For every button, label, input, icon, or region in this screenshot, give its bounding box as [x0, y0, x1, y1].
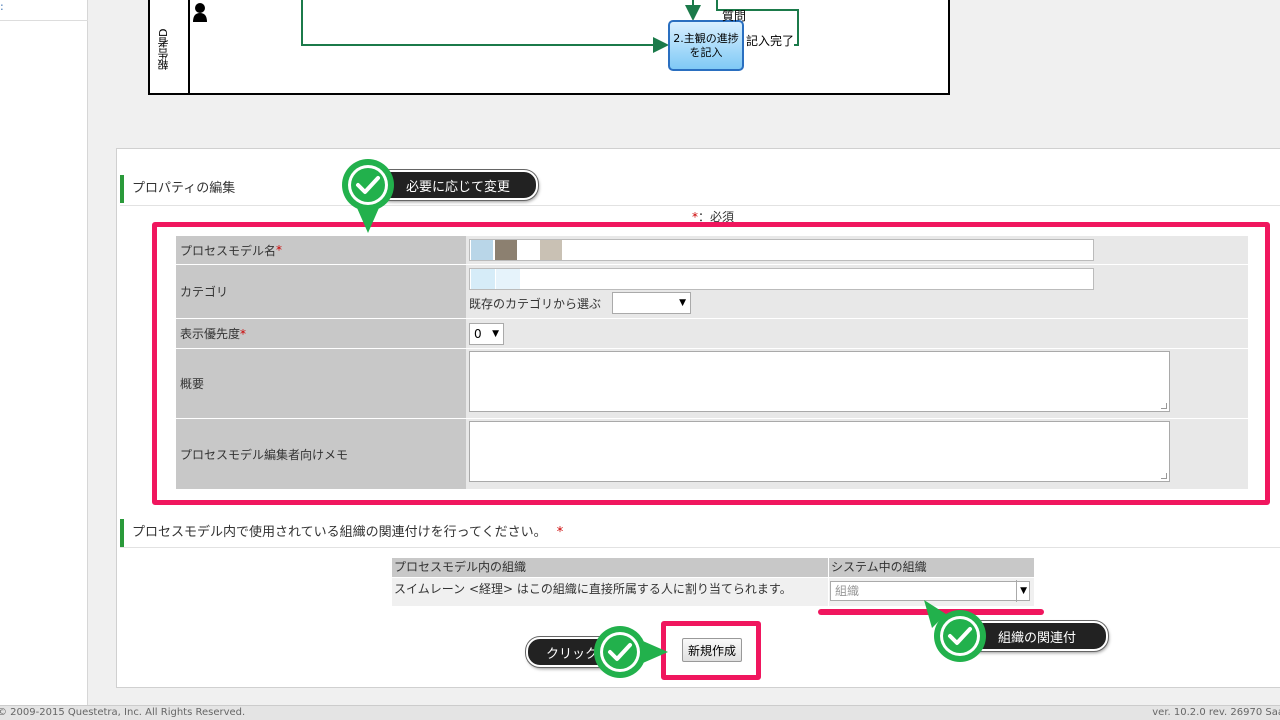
system-org-select-placeholder: 組織 [835, 584, 860, 598]
check-icon [924, 600, 986, 662]
check-icon [594, 626, 668, 678]
task-node-line2: を記入 [689, 45, 723, 59]
section-title-org-text: プロセスモデル内で使用されている組織の関連付けを行ってください。 [132, 525, 547, 540]
flow-label-done: 記入完了 [746, 32, 795, 49]
create-button[interactable]: 新規作成 [682, 638, 742, 662]
footer-version: ver. 10.2.0 rev. 26970 Saa [1152, 707, 1280, 718]
flow-connectors [301, 0, 799, 53]
section-title-properties: プロパティの編集 [120, 175, 235, 203]
task-node-line1: 2.主観の進捗 [673, 31, 739, 45]
nav-edge-mark: : [0, 0, 4, 13]
section-title-org-star: * [556, 525, 564, 540]
flow-line-to-task [301, 0, 669, 53]
section-title-org: プロセスモデル内で使用されている組織の関連付けを行ってください。 * [120, 519, 563, 547]
left-navigation: : [0, 0, 88, 705]
org-table-header-system: システム中の組織 [829, 558, 1034, 577]
footer-copyright: © 2009-2015 Questetra, Inc. All Rights R… [0, 707, 246, 718]
annotation-change-if-needed: 必要に応じて変更 [376, 170, 538, 200]
check-icon [342, 159, 394, 233]
highlight-form-box [152, 222, 1270, 505]
task-node[interactable]: 2.主観の進捗 を記入 [668, 20, 744, 71]
section-divider [120, 205, 1280, 206]
nav-divider [0, 20, 88, 21]
org-table-row-text: スイムレーン <経理> はこの組織に直接所属する人に割り当てられます。 [392, 578, 828, 606]
org-table-header-model: プロセスモデル内の組織 [392, 558, 828, 577]
chevron-down-icon: ▼ [1016, 580, 1027, 602]
flow-label-question: 質問 [722, 9, 747, 23]
footer: © 2009-2015 Questetra, Inc. All Rights R… [0, 705, 1280, 720]
section-divider [120, 547, 1280, 548]
